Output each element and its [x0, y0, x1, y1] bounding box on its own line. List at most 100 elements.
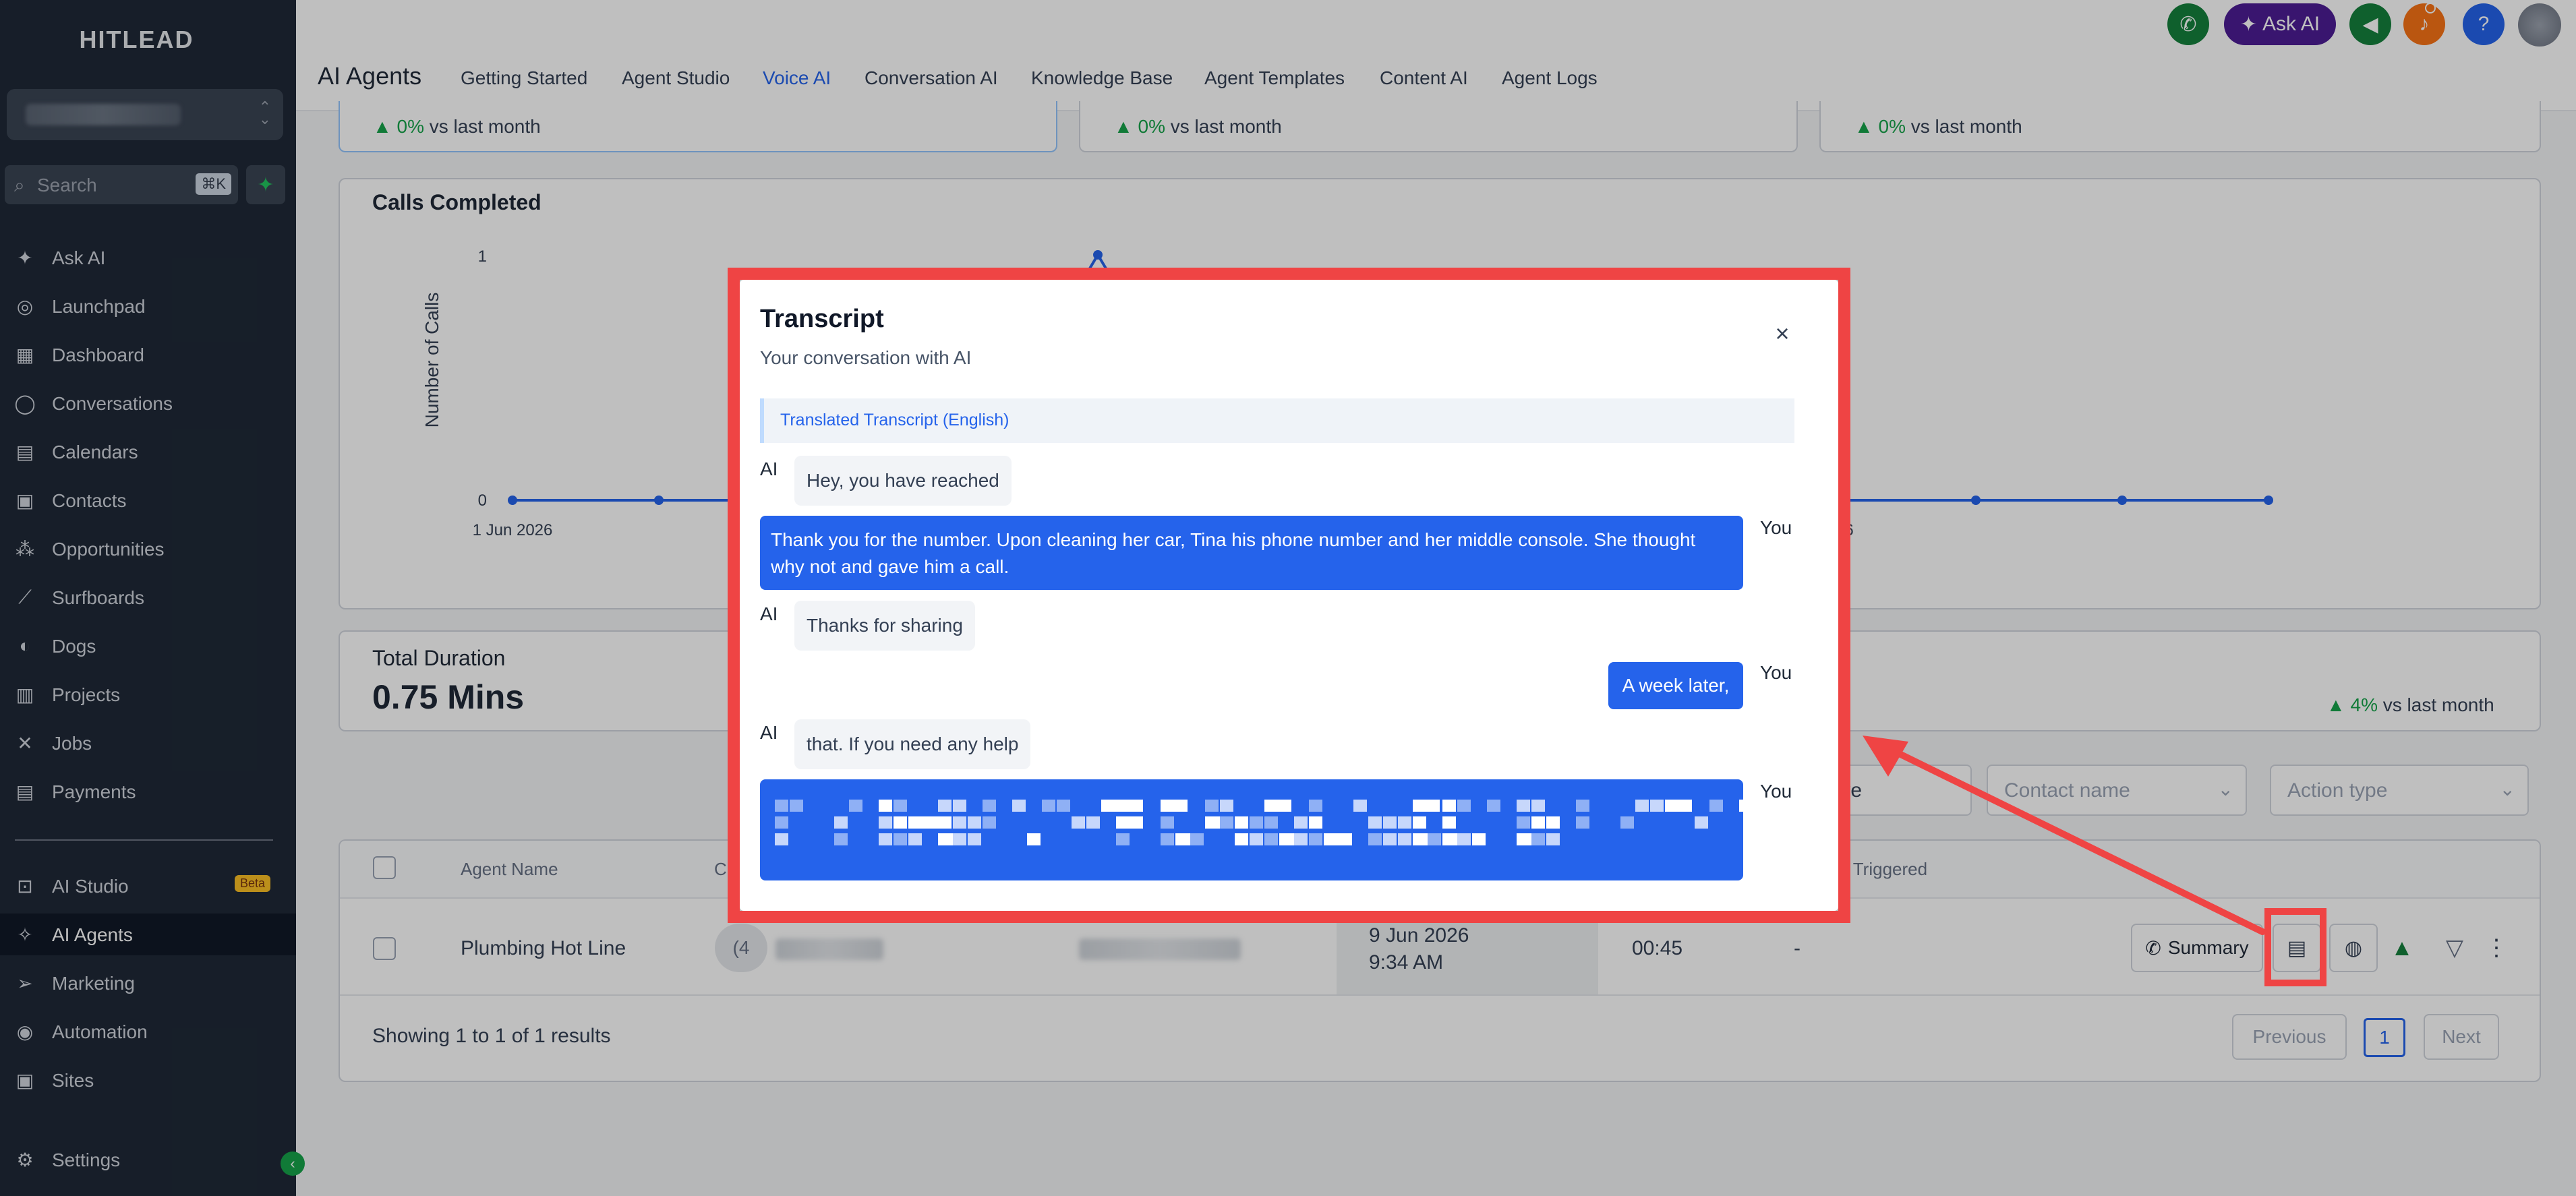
mosaic-pixel — [1442, 816, 1456, 829]
mosaic-pixel — [834, 816, 848, 829]
mosaic-pixel — [1086, 816, 1100, 829]
mosaic-pixel — [879, 800, 892, 812]
mosaic-pixel — [1531, 800, 1545, 812]
mosaic-pixel — [1161, 800, 1188, 812]
mosaic-pixel — [1442, 800, 1456, 812]
mosaic-pixel — [1205, 800, 1219, 812]
mosaic-pixel — [1368, 833, 1382, 845]
mosaic-pixel — [1695, 816, 1708, 829]
mosaic-pixel — [1235, 833, 1248, 845]
mosaic-pixel — [1190, 833, 1204, 845]
mosaic-pixel — [1398, 816, 1411, 829]
close-icon: × — [1775, 320, 1790, 347]
mosaic-pixel — [1635, 800, 1649, 812]
mosaic-pixel — [953, 800, 966, 812]
mosaic-pixel — [1576, 800, 1589, 812]
mosaic-pixel — [1235, 816, 1248, 829]
mosaic-pixel — [1116, 833, 1130, 845]
mosaic-pixel — [1339, 833, 1352, 845]
mosaic-pixel — [1457, 800, 1471, 812]
mosaic-pixel — [1220, 816, 1233, 829]
mosaic-pixel — [1472, 833, 1486, 845]
mosaic-pixel — [1739, 800, 1743, 812]
ai-message: Hey, you have reached — [794, 456, 1012, 506]
mosaic-pixel — [1042, 800, 1055, 812]
mosaic-pixel — [775, 833, 788, 845]
modal-title: Transcript — [760, 305, 884, 333]
mosaic-pixel — [1250, 816, 1263, 829]
mosaic-pixel — [1264, 800, 1291, 812]
mosaic-pixel — [1294, 816, 1308, 829]
mosaic-pixel — [1413, 816, 1426, 829]
mosaic-pixel — [894, 833, 907, 845]
mosaic-pixel — [1116, 816, 1143, 829]
mosaic-pixel — [953, 816, 966, 829]
mosaic-pixel — [1057, 800, 1070, 812]
mosaic-pixel — [1294, 833, 1308, 845]
mosaic-pixel — [1309, 816, 1322, 829]
mosaic-pixel — [1353, 800, 1367, 812]
mosaic-pixel — [849, 800, 862, 812]
you-speaker-label: You — [1760, 517, 1792, 538]
mosaic-pixel — [1517, 816, 1530, 829]
mosaic-pixel — [790, 800, 803, 812]
user-message: A week later, — [1608, 662, 1743, 709]
translation-banner: Translated Transcript (English) — [760, 398, 1794, 443]
mosaic-pixel — [1709, 800, 1723, 812]
mosaic-pixel — [1161, 833, 1174, 845]
you-speaker-label: You — [1760, 662, 1792, 683]
you-speaker-label: You — [1760, 781, 1792, 802]
mosaic-pixel — [953, 833, 966, 845]
mosaic-pixel — [938, 800, 952, 812]
mosaic-pixel — [1383, 816, 1397, 829]
redacted-user-message — [760, 779, 1743, 880]
mosaic-pixel — [1517, 800, 1530, 812]
mosaic-pixel — [1250, 833, 1263, 845]
close-button[interactable]: × — [1767, 318, 1798, 349]
mosaic-pixel — [983, 816, 996, 829]
mosaic-pixel — [1531, 833, 1545, 845]
mosaic-pixel — [1309, 800, 1322, 812]
mosaic-pixel — [1650, 800, 1664, 812]
translation-banner-text: Translated Transcript (English) — [780, 411, 1009, 429]
ai-speaker-label: AI — [760, 603, 778, 624]
mosaic-pixel — [775, 800, 788, 812]
ai-message: that. If you need any help — [794, 719, 1031, 769]
mosaic-pixel — [1027, 833, 1041, 845]
mosaic-pixel — [1546, 833, 1560, 845]
mosaic-pixel — [1665, 800, 1692, 812]
mosaic-pixel — [1620, 816, 1634, 829]
mosaic-pixel — [1413, 800, 1440, 812]
ai-speaker-label: AI — [760, 722, 778, 743]
mosaic-pixel — [968, 816, 981, 829]
mosaic-pixel — [1309, 833, 1322, 845]
mosaic-pixel — [894, 800, 907, 812]
mosaic-pixel — [1012, 800, 1026, 812]
modal-subtitle: Your conversation with AI — [760, 347, 972, 368]
arrow-shaft — [1878, 742, 2266, 935]
mosaic-pixel — [1383, 833, 1397, 845]
mosaic-pixel — [894, 816, 907, 829]
mosaic-pixel — [1576, 816, 1589, 829]
mosaic-pixel — [1428, 833, 1441, 845]
mosaic-pixel — [879, 816, 892, 829]
user-message: Thank you for the number. Upon cleaning … — [760, 516, 1743, 590]
mosaic-pixel — [834, 833, 848, 845]
mosaic-pixel — [1368, 816, 1382, 829]
mosaic-pixel — [1457, 833, 1471, 845]
mosaic-pixel — [775, 816, 788, 829]
mosaic-pixel — [879, 833, 892, 845]
mosaic-pixel — [1264, 833, 1278, 845]
mosaic-pixel — [908, 833, 922, 845]
mosaic-pixel — [1487, 800, 1500, 812]
mosaic-pixel — [1072, 816, 1085, 829]
mosaic-pixel — [1398, 833, 1411, 845]
mosaic-pixel — [1546, 816, 1560, 829]
mosaic-pixel — [1161, 816, 1174, 829]
mosaic-pixel — [1220, 800, 1233, 812]
ai-message: Thanks for sharing — [794, 601, 975, 651]
annotation-arrow — [1863, 736, 2266, 935]
mosaic-pixel — [983, 800, 996, 812]
mosaic-pixel — [1116, 800, 1143, 812]
mosaic-pixel — [1264, 816, 1278, 829]
